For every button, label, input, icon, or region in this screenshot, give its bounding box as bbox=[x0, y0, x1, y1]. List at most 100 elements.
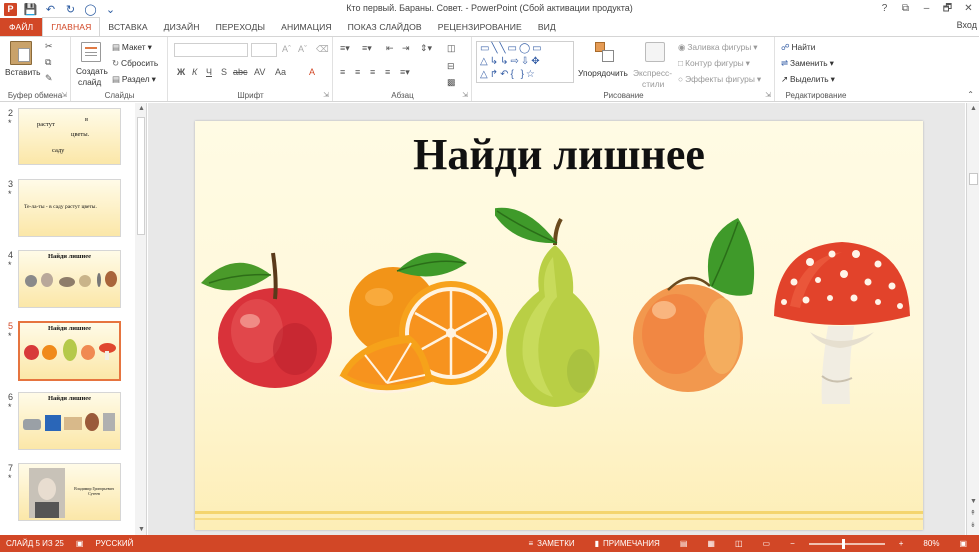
fit-to-window-icon[interactable]: ▣ bbox=[953, 539, 973, 548]
tab-slide-show[interactable]: ПОКАЗ СЛАЙДОВ bbox=[340, 18, 430, 36]
normal-view-icon[interactable]: ▤ bbox=[674, 539, 694, 548]
tab-insert[interactable]: ВСТАВКА bbox=[100, 18, 155, 36]
shape-fill-button[interactable]: ◉ Заливка фигуры ▾ bbox=[678, 42, 758, 52]
slide-counter[interactable]: СЛАЙД 5 ИЗ 25 bbox=[0, 539, 70, 548]
tab-transitions[interactable]: ПЕРЕХОДЫ bbox=[208, 18, 274, 36]
editor-scrollbar[interactable]: ▲ ▼ ↟ ↡ bbox=[966, 103, 979, 535]
bold-button[interactable]: Ж bbox=[177, 67, 185, 77]
paste-button[interactable]: Вставить bbox=[5, 67, 41, 77]
shapes-gallery[interactable]: ▭╲╲▭◯▭ △↳↳⇨⇩✥ △↱↶{ }☆ bbox=[476, 41, 574, 83]
tab-home[interactable]: ГЛАВНАЯ bbox=[42, 17, 101, 36]
line-spacing-icon[interactable]: ⇕▾ bbox=[420, 43, 432, 54]
scrollbar-thumb[interactable] bbox=[137, 117, 145, 235]
strikethrough-button[interactable]: abc bbox=[233, 67, 248, 77]
zoom-level[interactable]: 80% bbox=[917, 539, 945, 548]
tab-review[interactable]: РЕЦЕНЗИРОВАНИЕ bbox=[430, 18, 530, 36]
zoom-slider-knob[interactable] bbox=[841, 538, 845, 549]
reading-view-icon[interactable]: ◫ bbox=[729, 539, 749, 548]
reset-button[interactable]: ↻ Сбросить bbox=[112, 58, 158, 68]
arrange-button[interactable]: Упорядочить bbox=[578, 68, 628, 78]
notes-button[interactable]: ≡ ЗАМЕТКИ bbox=[522, 539, 580, 548]
slide-show-icon[interactable]: ▭ bbox=[757, 539, 777, 548]
scroll-up-icon[interactable]: ▲ bbox=[970, 105, 977, 112]
scroll-down-icon[interactable]: ▼ bbox=[138, 526, 145, 533]
previous-slide-icon[interactable]: ↟ bbox=[970, 509, 976, 517]
sign-in-link[interactable]: Вход bbox=[957, 20, 977, 30]
char-spacing-button[interactable]: AV bbox=[254, 67, 265, 77]
font-color-button[interactable]: A bbox=[309, 67, 315, 77]
scroll-down-icon[interactable]: ▼ bbox=[970, 498, 977, 505]
decrease-indent-icon[interactable]: ⇤ bbox=[386, 43, 394, 54]
language-indicator[interactable]: РУССКИЙ bbox=[89, 539, 139, 548]
tab-view[interactable]: ВИД bbox=[530, 18, 564, 36]
select-button[interactable]: ↗ Выделить ▾ bbox=[781, 74, 835, 84]
collapse-ribbon-icon[interactable]: ⌃ bbox=[967, 90, 974, 99]
scroll-up-icon[interactable]: ▲ bbox=[138, 105, 145, 112]
peach-image[interactable] bbox=[630, 216, 765, 396]
format-painter-icon[interactable]: ✎ bbox=[45, 73, 53, 84]
apple-image[interactable] bbox=[195, 241, 340, 391]
smartart-icon[interactable]: ▩ bbox=[447, 77, 456, 88]
paste-icon[interactable] bbox=[10, 41, 32, 65]
numbering-icon[interactable]: ≡▾ bbox=[362, 43, 372, 54]
new-slide-icon[interactable] bbox=[81, 42, 101, 62]
grow-font-icon[interactable]: Aˆ bbox=[282, 44, 291, 54]
align-text-icon[interactable]: ⊟ bbox=[447, 61, 455, 72]
restore-button[interactable]: 🗗 bbox=[937, 0, 958, 18]
cut-icon[interactable]: ✂ bbox=[45, 41, 53, 52]
replace-button[interactable]: ⇌ Заменить ▾ bbox=[781, 58, 834, 68]
tab-animation[interactable]: АНИМАЦИЯ bbox=[273, 18, 340, 36]
next-slide-icon[interactable]: ↡ bbox=[970, 521, 976, 529]
arrange-icon[interactable] bbox=[595, 42, 615, 64]
align-center-icon[interactable]: ≡ bbox=[355, 67, 360, 77]
zoom-slider[interactable] bbox=[808, 538, 885, 549]
bullets-icon[interactable]: ≡▾ bbox=[340, 43, 350, 54]
italic-button[interactable]: К bbox=[192, 67, 197, 77]
align-right-icon[interactable]: ≡ bbox=[370, 67, 375, 77]
comments-button[interactable]: ▮ ПРИМЕЧАНИЯ bbox=[589, 539, 666, 548]
quick-styles-icon[interactable] bbox=[645, 42, 665, 62]
drawing-dialog-launcher-icon[interactable]: ⇲ bbox=[765, 91, 771, 99]
find-button[interactable]: ☍ Найти bbox=[781, 42, 815, 52]
tab-file[interactable]: ФАЙЛ bbox=[0, 18, 43, 36]
orange-image[interactable] bbox=[335, 243, 505, 408]
quick-styles-label-1[interactable]: Экспресс- bbox=[633, 68, 672, 78]
slide-sorter-icon[interactable]: ▦ bbox=[701, 539, 721, 548]
layout-button[interactable]: ▤ Макет ▾ bbox=[112, 42, 152, 52]
copy-icon[interactable]: ⧉ bbox=[45, 57, 51, 68]
tab-design[interactable]: ДИЗАЙН bbox=[156, 18, 208, 36]
change-case-button[interactable]: Aa bbox=[275, 67, 286, 77]
increase-indent-icon[interactable]: ⇥ bbox=[402, 43, 410, 54]
ribbon-display-icon[interactable]: ⧉ bbox=[895, 0, 916, 18]
new-slide-label-2[interactable]: слайд bbox=[78, 77, 101, 87]
close-button[interactable]: ✕ bbox=[958, 0, 979, 18]
align-left-icon[interactable]: ≡ bbox=[340, 67, 345, 77]
clipboard-dialog-launcher-icon[interactable]: ⇲ bbox=[61, 91, 67, 99]
new-slide-label-1[interactable]: Создать bbox=[76, 66, 108, 76]
font-dialog-launcher-icon[interactable]: ⇲ bbox=[323, 91, 329, 99]
slide-title[interactable]: Найди лишнее bbox=[195, 129, 923, 180]
quick-styles-label-2[interactable]: стили bbox=[642, 79, 664, 89]
justify-icon[interactable]: ≡ bbox=[385, 67, 390, 77]
minimize-button[interactable]: – bbox=[916, 0, 937, 18]
fly-agaric-mushroom-image[interactable] bbox=[770, 236, 915, 411]
thumbnail-scrollbar[interactable]: ▲ ▼ bbox=[135, 103, 147, 535]
section-button[interactable]: ▤ Раздел ▾ bbox=[112, 74, 156, 84]
scrollbar-thumb[interactable] bbox=[969, 173, 978, 185]
font-size-combo[interactable] bbox=[251, 43, 277, 57]
text-direction-icon[interactable]: ≡▾ bbox=[400, 67, 410, 78]
help-icon[interactable]: ? bbox=[874, 0, 895, 18]
paragraph-dialog-launcher-icon[interactable]: ⇲ bbox=[462, 91, 468, 99]
clear-formatting-icon[interactable]: ⌫ bbox=[316, 44, 329, 55]
columns-icon[interactable]: ◫ bbox=[447, 43, 456, 54]
underline-button[interactable]: Ч bbox=[206, 67, 212, 77]
shape-outline-button[interactable]: □ Контур фигуры ▾ bbox=[678, 58, 750, 68]
shrink-font-icon[interactable]: Aˇ bbox=[298, 44, 307, 54]
zoom-in-icon[interactable]: + bbox=[893, 539, 910, 548]
spelling-icon[interactable]: ▣ bbox=[70, 539, 90, 548]
shadow-button[interactable]: S bbox=[221, 67, 227, 77]
shape-effects-button[interactable]: ○ Эффекты фигуры ▾ bbox=[678, 74, 761, 84]
current-slide[interactable]: Найди лишнее bbox=[195, 121, 923, 530]
pear-image[interactable] bbox=[495, 201, 605, 411]
zoom-out-icon[interactable]: − bbox=[784, 539, 801, 548]
